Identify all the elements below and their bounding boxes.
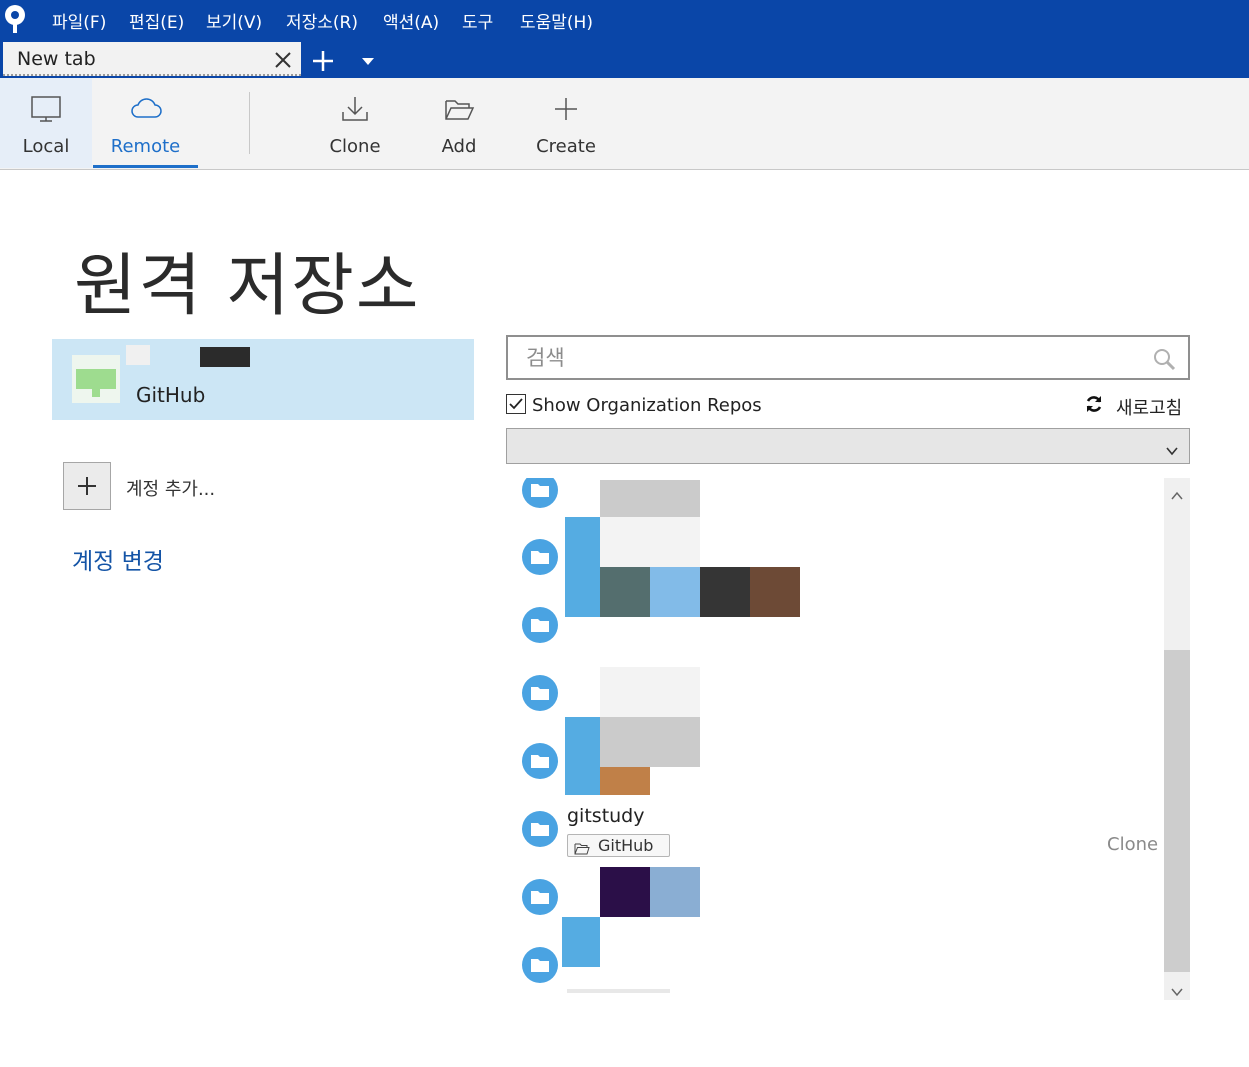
remote-label: Remote — [110, 136, 181, 157]
download-icon — [338, 94, 372, 124]
username-redaction — [200, 347, 250, 367]
menu-help[interactable]: 도움말(H) — [520, 8, 593, 33]
cloud-icon — [129, 94, 163, 124]
menu-tools[interactable]: 도구 — [462, 8, 493, 33]
redacted-block — [600, 480, 700, 518]
toolbar-divider — [249, 92, 250, 154]
add-label: Add — [441, 136, 477, 157]
redacted-block — [600, 717, 700, 767]
create-label: Create — [536, 136, 596, 157]
redacted-block — [565, 517, 600, 617]
redacted-block — [650, 867, 700, 917]
scroll-thumb[interactable] — [1164, 650, 1190, 972]
local-label: Local — [22, 136, 70, 157]
menu-actions[interactable]: 액션(A) — [383, 8, 439, 33]
redacted-block — [600, 867, 650, 917]
new-tab-plus-icon[interactable] — [310, 48, 336, 74]
redacted-block — [750, 567, 800, 617]
repo-folder-icon — [522, 743, 558, 779]
tab-dropdown-chevron-icon[interactable] — [358, 54, 378, 68]
repo-folder-icon — [522, 811, 558, 847]
menu-edit[interactable]: 편집(E) — [129, 8, 184, 33]
account-service-label: GitHub — [136, 383, 206, 407]
add-account-button[interactable] — [63, 462, 111, 510]
chevron-down-icon — [1165, 441, 1179, 456]
repo-folder-icon — [522, 947, 558, 983]
clone-button[interactable]: Clone — [310, 78, 400, 168]
redacted-block — [565, 717, 600, 795]
repo-folder-icon — [522, 879, 558, 915]
repo-list-scrollbar[interactable] — [1164, 478, 1190, 1000]
repo-source-label: GitHub — [598, 836, 654, 855]
menu-repository[interactable]: 저장소(R) — [286, 8, 358, 33]
avatar — [72, 355, 120, 403]
folder-open-icon — [442, 94, 476, 124]
redacted-block — [600, 667, 700, 717]
page-title: 원격 저장소 — [74, 247, 421, 326]
chevron-up-icon[interactable] — [1171, 486, 1183, 500]
tab-new-tab[interactable]: New tab — [3, 42, 301, 76]
redacted-block — [567, 989, 670, 993]
menu-bar: 파일(F) 편집(E) 보기(V) 저장소(R) 액션(A) 도구 도움말(H) — [0, 0, 1249, 40]
chevron-down-icon[interactable] — [1171, 982, 1183, 997]
search-input[interactable] — [526, 343, 1126, 373]
username-placeholder — [126, 345, 150, 365]
repo-list: gitstudy GitHub Clone — [506, 478, 1164, 998]
repo-clone-button[interactable]: Clone — [1107, 834, 1158, 855]
filter-dropdown[interactable] — [506, 428, 1190, 464]
menu-view[interactable]: 보기(V) — [206, 8, 262, 33]
search-box — [506, 335, 1190, 380]
add-button[interactable]: Add — [415, 78, 503, 168]
repo-folder-icon — [522, 539, 558, 575]
refresh-label[interactable]: 새로고침 — [1116, 394, 1182, 420]
plus-icon — [549, 94, 583, 124]
show-org-repos-checkbox[interactable] — [506, 394, 526, 414]
close-icon[interactable] — [273, 50, 293, 70]
change-account-link[interactable]: 계정 변경 — [72, 542, 164, 576]
redacted-block — [600, 767, 650, 795]
refresh-icon[interactable] — [1084, 394, 1104, 414]
tab-title: New tab — [17, 48, 96, 70]
clone-label: Clone — [329, 136, 381, 157]
redacted-block — [700, 567, 750, 617]
add-account-label[interactable]: 계정 추가... — [126, 475, 215, 501]
repo-name: gitstudy — [567, 805, 645, 827]
create-button[interactable]: Create — [520, 78, 612, 168]
folder-open-icon — [574, 840, 590, 855]
redacted-block — [600, 517, 700, 567]
toolbar: Local Remote Clone Add Create — [0, 78, 1249, 170]
redacted-block — [650, 567, 700, 617]
redacted-block — [562, 917, 600, 967]
remote-button[interactable]: Remote — [93, 78, 198, 168]
account-card-github[interactable]: GitHub — [52, 339, 474, 420]
menu-file[interactable]: 파일(F) — [52, 8, 106, 33]
local-button[interactable]: Local — [0, 78, 92, 168]
repo-folder-icon — [522, 478, 558, 508]
redacted-block — [600, 567, 650, 617]
repo-folder-icon — [522, 675, 558, 711]
repo-source-tag: GitHub — [567, 834, 670, 857]
tab-strip: New tab — [0, 40, 1249, 78]
monitor-icon — [29, 94, 63, 124]
sourcetree-logo-icon — [3, 4, 27, 34]
show-org-repos-label[interactable]: Show Organization Repos — [532, 395, 762, 416]
search-icon[interactable] — [1152, 347, 1176, 371]
plus-icon — [76, 475, 98, 497]
repo-folder-icon — [522, 607, 558, 643]
